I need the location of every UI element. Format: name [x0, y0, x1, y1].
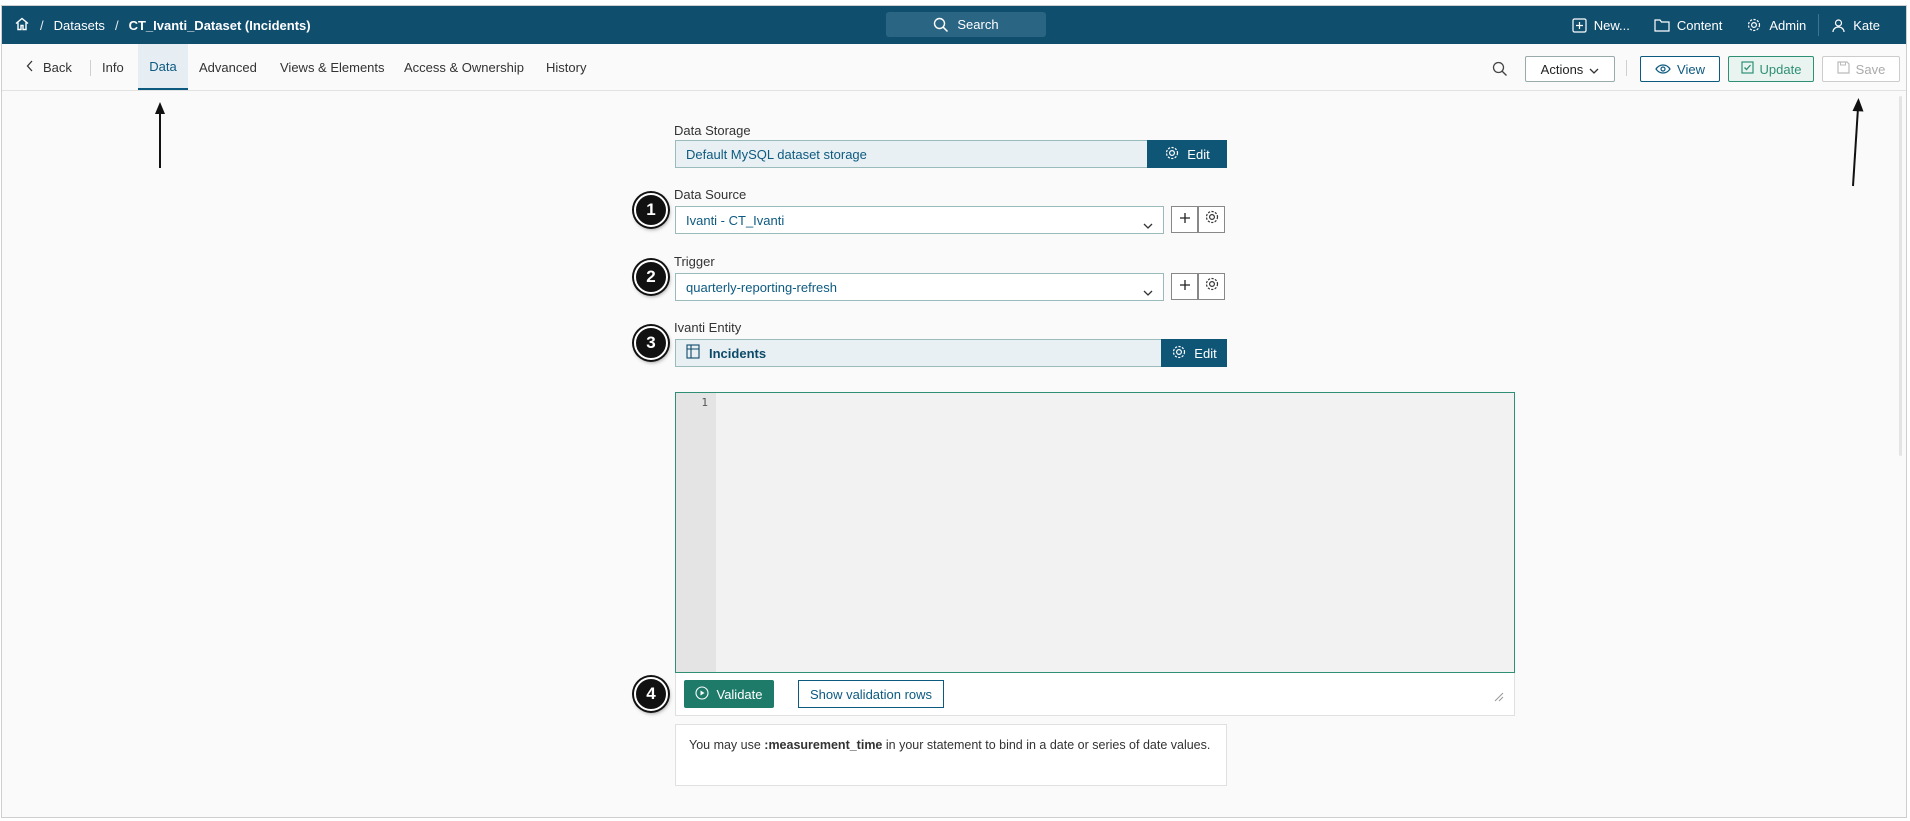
page-scrollbar[interactable]: [1899, 96, 1902, 456]
ivanti-entity-label: Ivanti Entity: [674, 320, 742, 335]
note-parameter: :measurement_time: [764, 738, 883, 752]
data-source-settings-button[interactable]: [1198, 206, 1225, 233]
breadcrumb-separator: /: [114, 17, 119, 33]
admin-menu[interactable]: Admin: [1734, 17, 1818, 33]
step-badge-4: 4: [634, 677, 668, 711]
chevron-down-icon: [1143, 284, 1153, 299]
table-icon: [686, 344, 701, 362]
trigger-value: quarterly-reporting-refresh: [686, 279, 838, 295]
tab-history[interactable]: History: [546, 44, 586, 90]
new-menu[interactable]: New...: [1560, 18, 1642, 33]
add-trigger-button[interactable]: [1171, 273, 1198, 300]
tab-views-elements[interactable]: Views & Elements: [280, 44, 385, 90]
back-button[interactable]: Back: [26, 44, 72, 90]
play-circle-icon: [695, 685, 710, 703]
gear-icon: [1748, 18, 1761, 32]
search-label: Search: [957, 17, 999, 32]
measurement-time-note: You may use :measurement_time in your st…: [675, 724, 1227, 786]
tab-bar: Back Info Data Advanced Views & Elements…: [2, 44, 1906, 91]
eye-icon: [1655, 62, 1671, 77]
validate-button[interactable]: Validate: [684, 680, 774, 708]
tab-info[interactable]: Info: [102, 44, 124, 90]
chevron-down-icon: [1143, 217, 1153, 232]
sql-editor[interactable]: 1: [675, 392, 1515, 673]
top-right-menu: New... Content Admin Kate: [1560, 6, 1892, 44]
tab-divider: [90, 60, 91, 76]
trigger-label: Trigger: [674, 254, 715, 269]
plus-icon: [1179, 278, 1191, 296]
show-validation-rows-button[interactable]: Show validation rows: [798, 680, 944, 708]
user-icon: [1832, 18, 1845, 32]
breadcrumb: / Datasets / CT_Ivanti_Dataset (Incident…: [14, 6, 311, 44]
admin-label: Admin: [1769, 17, 1807, 33]
note-suffix: in your statement to bind in a date or s…: [882, 738, 1211, 752]
back-label: Back: [43, 59, 72, 75]
step-badge-2: 2: [634, 260, 668, 294]
view-button[interactable]: View: [1640, 56, 1720, 82]
search-icon: [934, 17, 949, 32]
breadcrumb-current: CT_Ivanti_Dataset (Incidents): [128, 17, 311, 33]
line-number: 1: [701, 396, 708, 409]
annotation-arrow-data-tab: [155, 102, 165, 168]
breadcrumb-separator: /: [40, 17, 44, 33]
floppy-disk-icon: [1837, 61, 1850, 77]
home-icon[interactable]: [14, 16, 30, 35]
data-source-value: Ivanti - CT_Ivanti: [686, 212, 785, 228]
data-storage-field: Default MySQL dataset storage: [675, 140, 1148, 168]
save-label: Save: [1855, 61, 1886, 77]
gear-icon: [1171, 344, 1187, 363]
data-source-select[interactable]: Ivanti - CT_Ivanti: [675, 206, 1164, 234]
global-search-button[interactable]: Search: [886, 12, 1046, 37]
step-badge-3: 3: [634, 326, 668, 360]
plus-icon: [1179, 211, 1191, 229]
ivanti-entity-field: Incidents: [675, 339, 1162, 367]
validate-bar: Validate Show validation rows: [675, 673, 1515, 716]
view-label: View: [1677, 61, 1705, 77]
tab-advanced[interactable]: Advanced: [199, 44, 257, 90]
save-button[interactable]: Save: [1822, 56, 1900, 82]
update-label: Update: [1759, 61, 1802, 77]
actions-label: Actions: [1540, 61, 1584, 77]
update-button[interactable]: Update: [1728, 56, 1814, 82]
gear-icon: [1204, 276, 1220, 297]
validate-label: Validate: [716, 686, 763, 702]
annotation-arrow-save: [1852, 98, 1864, 187]
gear-icon: [1164, 145, 1180, 164]
search-icon[interactable]: [1492, 61, 1508, 82]
app-window: / Datasets / CT_Ivanti_Dataset (Incident…: [1, 5, 1907, 818]
add-data-source-button[interactable]: [1171, 206, 1198, 233]
chevron-down-icon: [1589, 62, 1599, 77]
new-label: New...: [1593, 17, 1630, 33]
actions-dropdown[interactable]: Actions: [1525, 56, 1615, 82]
edit-label: Edit: [1194, 345, 1217, 361]
trigger-select[interactable]: quarterly-reporting-refresh: [675, 273, 1164, 301]
chevron-left-icon: [26, 60, 34, 75]
user-menu[interactable]: Kate: [1819, 18, 1892, 33]
edit-label: Edit: [1187, 146, 1210, 162]
toolbar-divider: [1626, 60, 1627, 76]
user-name: Kate: [1853, 17, 1880, 33]
content-label: Content: [1676, 17, 1723, 33]
ivanti-entity-value: Incidents: [709, 345, 767, 361]
resize-handle-icon[interactable]: [1494, 689, 1504, 707]
ivanti-entity-edit-button[interactable]: Edit: [1161, 339, 1227, 367]
plus-square-icon: [1572, 17, 1587, 33]
check-square-icon: [1740, 61, 1754, 77]
breadcrumb-datasets[interactable]: Datasets: [54, 18, 105, 33]
folder-icon: [1654, 19, 1670, 32]
data-storage-edit-button[interactable]: Edit: [1147, 140, 1227, 168]
top-navigation-bar: / Datasets / CT_Ivanti_Dataset (Incident…: [2, 6, 1906, 44]
tab-access-ownership[interactable]: Access & Ownership: [404, 44, 524, 90]
data-storage-label: Data Storage: [674, 123, 751, 138]
trigger-settings-button[interactable]: [1198, 273, 1225, 300]
tab-data[interactable]: Data: [138, 44, 188, 90]
gear-icon: [1204, 209, 1220, 230]
content-menu[interactable]: Content: [1642, 18, 1735, 33]
note-prefix: You may use: [689, 738, 765, 752]
line-number-gutter: 1: [676, 393, 716, 672]
step-badge-1: 1: [634, 193, 668, 227]
data-source-label: Data Source: [674, 187, 747, 202]
